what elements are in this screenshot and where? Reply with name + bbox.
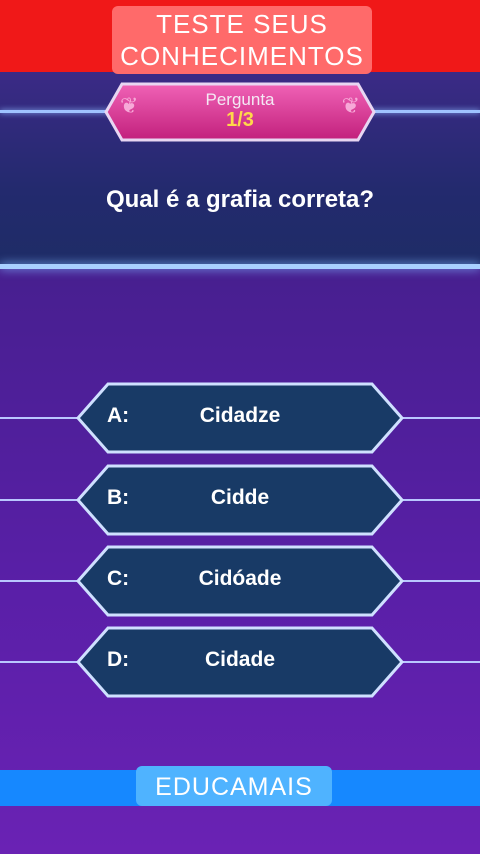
option-text: Cidóade: [198, 567, 282, 590]
option-letter: B:: [107, 486, 130, 509]
answer-option-d[interactable]: D: Cidade: [0, 626, 480, 698]
title-banner: TESTE SEUS CONHECIMENTOS: [112, 6, 372, 74]
option-letter: D:: [107, 648, 130, 671]
question-panel-underline: [0, 264, 480, 269]
option-line-left: [0, 580, 82, 582]
footer-brand-label: EDUCAMAIS: [136, 766, 332, 806]
option-line-right: [398, 499, 480, 501]
badge-line-right: [368, 110, 480, 113]
option-line-left: [0, 661, 82, 663]
question-text: Qual é a grafia correta?: [105, 186, 375, 213]
answer-option-a[interactable]: A: Cidadze: [0, 382, 480, 454]
question-counter: 1/3: [226, 109, 254, 131]
option-line-right: [398, 661, 480, 663]
option-letter: C:: [107, 567, 130, 590]
option-letter: A:: [107, 404, 130, 427]
question-label: Pergunta: [205, 90, 275, 109]
option-text: Cidadze: [199, 404, 281, 427]
title-line-1: TESTE SEUS: [156, 9, 328, 39]
option-text: Cidde: [210, 486, 270, 509]
answer-option-b[interactable]: B: Cidde: [0, 464, 480, 536]
option-line-right: [398, 580, 480, 582]
answer-option-c[interactable]: C: Cidóade: [0, 545, 480, 617]
badge-line-left: [0, 110, 112, 113]
option-line-left: [0, 417, 82, 419]
title-line-2: CONHECIMENTOS: [120, 41, 364, 71]
question-counter-badge: ❦ ❦ Pergunta 1/3: [104, 82, 376, 142]
option-text: Cidade: [204, 648, 275, 671]
option-line-left: [0, 499, 82, 501]
option-line-right: [398, 417, 480, 419]
